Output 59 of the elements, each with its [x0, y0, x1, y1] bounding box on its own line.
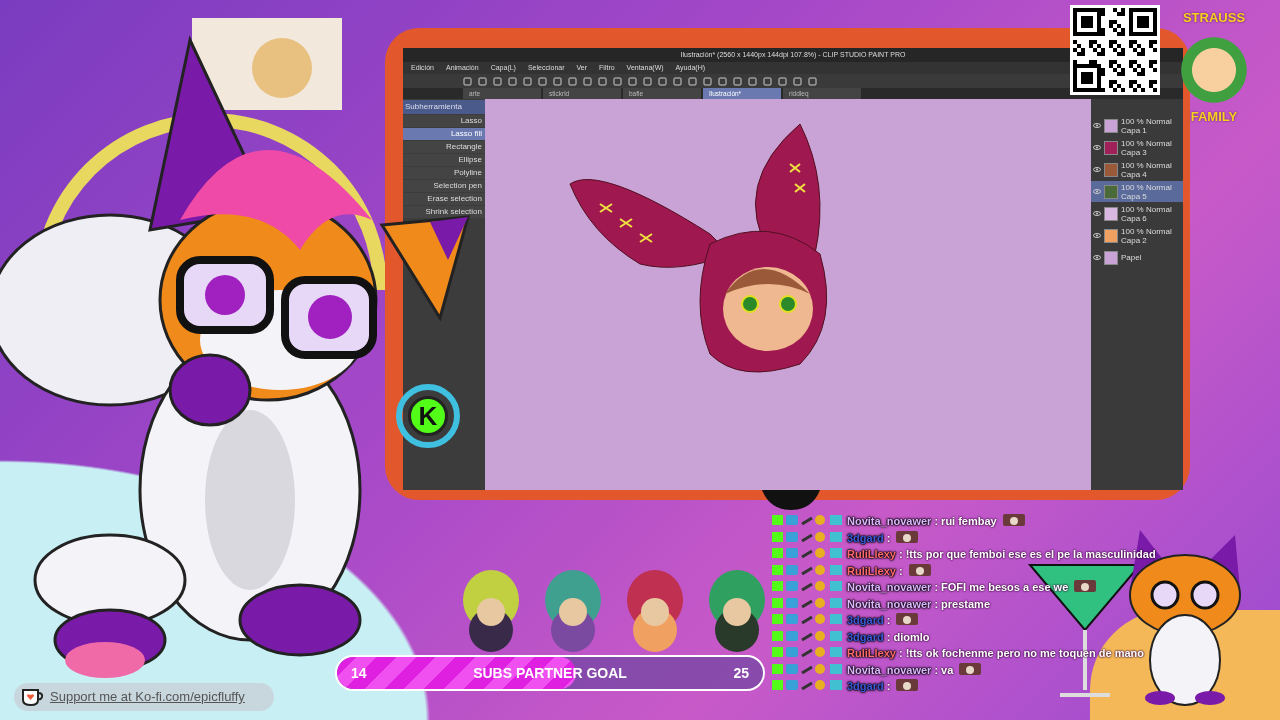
layer-name: Papel [1121, 253, 1142, 262]
subtool-item[interactable]: Selection pen [403, 180, 485, 192]
goal-label: SUBS PARTNER GOAL [473, 663, 627, 683]
chat-badges-drawing [772, 580, 844, 592]
subtool-item[interactable]: Lasso [403, 115, 485, 127]
chat-badges-drawing [772, 629, 844, 642]
panel-header: Subherramienta [403, 100, 485, 114]
chat-badges-drawing [772, 547, 844, 559]
subtool-item[interactable]: Ellipse [403, 154, 485, 166]
chat-message: : rui fembay [934, 515, 997, 527]
logo-text: FAMILY [1190, 107, 1238, 126]
layer-row[interactable]: 100 % Normal Capa 5 [1091, 181, 1183, 202]
chat-message: : prestame [934, 597, 990, 610]
goal-target: 25 [733, 663, 749, 683]
layer-name: Capa 4 [1121, 169, 1148, 179]
layer-name: Capa 5 [1121, 191, 1148, 201]
monitor-stand-drawing [762, 490, 820, 510]
layer-blend-text: 100 % Normal [1121, 160, 1172, 170]
layer-blend-text: 100 % Normal [1121, 226, 1172, 236]
layer-name: Capa 2 [1121, 235, 1148, 245]
eye-icon [1093, 123, 1101, 128]
color-ring-icon [396, 384, 460, 448]
layer-blend-text: 100 % Normal [1121, 204, 1172, 214]
subtool-item[interactable]: Lasso fill [403, 128, 485, 140]
chat-message: : [898, 564, 903, 577]
layer-name: Capa 3 [1121, 147, 1148, 157]
goal-current: 14 [351, 663, 367, 683]
chat-badges-drawing [772, 596, 844, 609]
chat-message: : va [934, 663, 954, 676]
eye-icon [1093, 167, 1101, 172]
eye-icon [1093, 255, 1101, 260]
eye-icon [1093, 233, 1101, 238]
cup-icon [22, 688, 44, 706]
chat-message: : [886, 614, 891, 626]
eye-icon [1093, 189, 1101, 194]
layer-blend-text: 100 % Normal [1121, 182, 1172, 192]
subtool-item[interactable]: Polyline [403, 167, 485, 179]
chat-badges-drawing [772, 646, 844, 658]
layer-name: Capa 6 [1121, 213, 1148, 223]
eye-icon [1093, 145, 1101, 150]
eye-icon [1093, 211, 1101, 216]
layer-blend-text: 100 % Normal [1121, 138, 1172, 148]
subtool-item[interactable]: Erase selection [403, 193, 485, 205]
chat-badges-drawing [772, 679, 844, 691]
chat-message: : !tts por que femboi ese es el pe la masculinidad [898, 548, 1156, 560]
layer-name: Capa 1 [1121, 125, 1148, 135]
chat-badges-drawing [772, 563, 844, 576]
chat-message: : [886, 680, 891, 692]
support-link[interactable]: Support me at Ko-fi.com/epicfluffy [50, 687, 245, 707]
logo-text: STRAUSS [1182, 9, 1246, 27]
chat-badges-drawing [772, 514, 844, 526]
chat-message: : diomlo [886, 630, 930, 643]
layer-blend-text: 100 % Normal [1121, 116, 1172, 126]
chat-message: : [886, 531, 891, 544]
chat-badges-drawing [772, 613, 844, 625]
chat-badges-drawing [772, 530, 844, 543]
chat-badges-drawing [772, 662, 844, 675]
subtool-item[interactable]: Rectangle [403, 141, 485, 153]
subtool-item[interactable]: Shrink selection [403, 206, 485, 218]
